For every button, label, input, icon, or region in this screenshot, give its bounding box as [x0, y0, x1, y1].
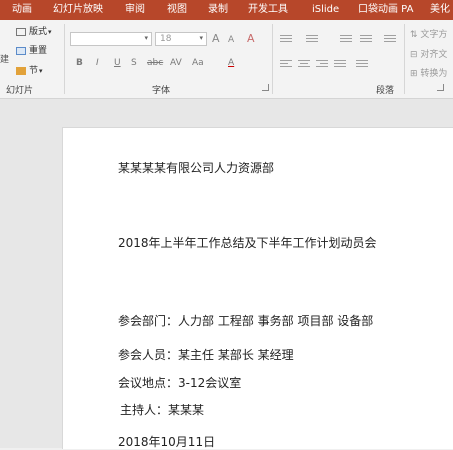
underline-button[interactable]: U: [114, 58, 121, 68]
tab-review[interactable]: 审阅: [125, 4, 145, 16]
layout-label: 版式: [29, 27, 48, 37]
align-center-icon[interactable]: [298, 60, 310, 69]
ribbon-panel: 建 版式▾ 重置 节▾ 幻灯片 ▾ 18 ▾ A A A B I U S abc…: [0, 20, 453, 99]
justify-icon[interactable]: [334, 60, 346, 69]
font-name-combo[interactable]: ▾: [70, 32, 152, 46]
text-direction-button[interactable]: ⇅ 文字方: [410, 27, 447, 40]
meeting-title[interactable]: 2018年上半年工作总结及下半年工作计划动员会: [118, 234, 377, 251]
text-direction-label: 文字方: [420, 30, 448, 40]
chevron-down-icon: ▾: [48, 28, 52, 36]
character-spacing-button[interactable]: AV: [170, 58, 182, 68]
tab-beautify[interactable]: 美化: [430, 4, 450, 16]
change-case-button[interactable]: Aa: [192, 58, 204, 68]
italic-button[interactable]: I: [96, 58, 99, 68]
columns-icon[interactable]: [356, 60, 368, 69]
tab-slideshow[interactable]: 幻灯片放映: [53, 4, 103, 16]
grow-font-button[interactable]: A: [212, 33, 220, 45]
convert-label: 转换为: [420, 69, 448, 79]
numbering-icon[interactable]: [306, 35, 318, 44]
increase-indent-icon[interactable]: [360, 35, 372, 44]
group-divider: [272, 24, 273, 94]
font-group-label: 字体: [152, 86, 171, 96]
paragraph-dialog-launcher-icon[interactable]: [437, 84, 444, 91]
align-left-icon[interactable]: [280, 60, 292, 69]
tab-record[interactable]: 录制: [208, 4, 228, 16]
slide-canvas[interactable]: 某某某某有限公司人力资源部 2018年上半年工作总结及下半年工作计划动员会 参会…: [62, 127, 453, 449]
align-right-icon[interactable]: [316, 60, 328, 69]
slides-group-label: 幻灯片: [6, 86, 34, 96]
section-label: 节: [29, 66, 39, 76]
tab-view[interactable]: 视图: [167, 4, 187, 16]
layout-button[interactable]: 版式▾: [16, 26, 52, 38]
section-button[interactable]: 节▾: [16, 65, 43, 77]
align-text-button[interactable]: ⊟ 对齐文: [410, 47, 447, 60]
attendees-line[interactable]: 参会人员：某主任 某部长 某经理: [118, 346, 294, 363]
line-spacing-icon[interactable]: [384, 35, 396, 44]
shrink-font-button[interactable]: A: [228, 34, 234, 46]
date-line[interactable]: 2018年10月11日: [118, 433, 215, 450]
paragraph-group-label: 段落: [376, 86, 395, 96]
font-dialog-launcher-icon[interactable]: [262, 84, 269, 91]
tab-islide[interactable]: iSlide: [312, 4, 339, 16]
ribbon-tab-bar: 动画 幻灯片放映 审阅 视图 录制 开发工具 iSlide 口袋动画 PA 美化: [0, 0, 453, 20]
align-text-label: 对齐文: [420, 50, 448, 60]
strikethrough-button[interactable]: abc: [147, 58, 163, 68]
tab-pocket-anim[interactable]: 口袋动画 PA: [358, 4, 413, 16]
reset-icon: [16, 46, 26, 55]
chevron-down-icon: ▾: [39, 67, 43, 75]
reset-button[interactable]: 重置: [16, 45, 47, 57]
tab-animations[interactable]: 动画: [12, 4, 32, 16]
font-color-button[interactable]: A: [228, 58, 234, 68]
font-size-combo[interactable]: 18 ▾: [155, 32, 207, 46]
section-icon: [16, 66, 26, 75]
host-line[interactable]: 主持人：某某某: [120, 401, 204, 418]
group-divider: [64, 24, 65, 94]
convert-smartart-button[interactable]: ⊞ 转换为: [410, 66, 447, 79]
bold-button[interactable]: B: [76, 58, 83, 68]
bullets-icon[interactable]: [280, 35, 292, 44]
reset-label: 重置: [29, 46, 48, 56]
location-line[interactable]: 会议地点：3-12会议室: [118, 374, 241, 391]
text-shadow-button[interactable]: S: [131, 58, 137, 68]
chevron-down-icon: ▾: [144, 34, 148, 42]
departments-line[interactable]: 参会部门：人力部 工程部 事务部 项目部 设备部: [118, 312, 373, 329]
layout-icon: [16, 27, 26, 36]
font-size-value: 18: [160, 34, 172, 44]
clear-formatting-button[interactable]: A: [247, 33, 255, 45]
chevron-down-icon: ▾: [199, 34, 203, 42]
decrease-indent-icon[interactable]: [340, 35, 352, 44]
tab-developer[interactable]: 开发工具: [248, 4, 288, 16]
group-divider: [404, 24, 405, 94]
company-line[interactable]: 某某某某有限公司人力资源部: [118, 159, 274, 176]
new-slide-button-fragment[interactable]: 建: [0, 54, 9, 66]
